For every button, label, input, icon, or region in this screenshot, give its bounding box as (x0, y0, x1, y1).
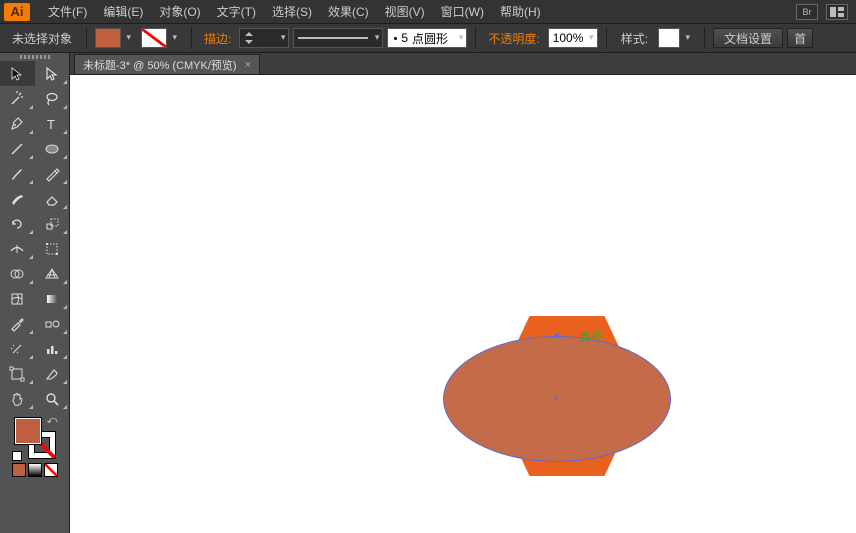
panel-grip[interactable] (0, 53, 69, 61)
color-well: ⤺ (0, 411, 69, 461)
menu-effect[interactable]: 效果(C) (320, 3, 377, 20)
eraser-tool[interactable] (35, 186, 70, 211)
color-mode-solid[interactable] (12, 463, 26, 477)
fill-swatch[interactable] (14, 417, 42, 445)
menu-window[interactable]: 窗口(W) (433, 3, 492, 20)
menu-bar: Ai 文件(F) 编辑(E) 对象(O) 文字(T) 选择(S) 效果(C) 视… (0, 0, 856, 23)
paintbrush-tool[interactable] (0, 161, 35, 186)
brush-field[interactable]: 5 点圆形 (387, 28, 467, 48)
document-tab-bar: 未标题-3* @ 50% (CMYK/预览) × (70, 53, 856, 75)
magic-wand-tool[interactable] (0, 86, 35, 111)
stroke-profile-field[interactable] (293, 28, 383, 48)
column-graph-tool[interactable] (35, 336, 70, 361)
stroke-weight-field[interactable] (239, 28, 289, 48)
pen-tool[interactable] (0, 111, 35, 136)
style-label: 样式: (615, 30, 654, 47)
blob-brush-tool[interactable] (0, 186, 35, 211)
graphic-style-swatch[interactable] (658, 28, 680, 48)
center-point-icon[interactable] (555, 397, 558, 400)
menu-object[interactable]: 对象(O) (151, 3, 208, 20)
document-tab[interactable]: 未标题-3* @ 50% (CMYK/预览) × (74, 54, 260, 74)
document-tab-title: 未标题-3* @ 50% (CMYK/预览) (83, 57, 237, 73)
preferences-button[interactable]: 首 (787, 28, 813, 48)
mesh-tool[interactable] (0, 286, 35, 311)
artboard-tool[interactable] (0, 361, 35, 386)
swap-fill-stroke-icon[interactable]: ⤺ (47, 415, 58, 426)
gradient-tool[interactable] (35, 286, 70, 311)
menu-view[interactable]: 视图(V) (377, 3, 433, 20)
lasso-tool[interactable] (35, 86, 70, 111)
stroke-label[interactable]: 描边: (200, 30, 235, 47)
opacity-field[interactable]: 100% (548, 28, 598, 48)
color-mode-none[interactable] (44, 463, 58, 477)
smart-guide-label: 路径 (580, 329, 602, 345)
slice-tool[interactable] (35, 361, 70, 386)
menu-edit[interactable]: 编辑(E) (95, 3, 151, 20)
workspace: T ⤺ (0, 53, 856, 533)
document-setup-button[interactable]: 文档设置 (713, 28, 783, 48)
line-tool[interactable] (0, 136, 35, 161)
bridge-button[interactable]: Br (796, 4, 818, 20)
canvas[interactable]: 路径 (70, 75, 856, 533)
tool-panel: T ⤺ (0, 53, 70, 533)
rotate-tool[interactable] (0, 211, 35, 236)
stroke-color-swatch[interactable] (141, 28, 167, 48)
close-tab-icon[interactable]: × (245, 59, 251, 71)
selection-tool[interactable] (0, 61, 35, 86)
document-area: 未标题-3* @ 50% (CMYK/预览) × 路径 (70, 53, 856, 533)
canvas-wrap: 路径 (70, 75, 856, 533)
shape-builder-tool[interactable] (0, 261, 35, 286)
menu-type[interactable]: 文字(T) (209, 3, 264, 20)
app-logo: Ai (4, 3, 30, 21)
scale-tool[interactable] (35, 211, 70, 236)
symbol-sprayer-tool[interactable] (0, 336, 35, 361)
opacity-label[interactable]: 不透明度: (484, 30, 543, 47)
zoom-tool[interactable] (35, 386, 70, 411)
type-tool[interactable]: T (35, 111, 70, 136)
menu-file[interactable]: 文件(F) (40, 3, 95, 20)
selection-state-label: 未选择对象 (6, 30, 78, 47)
free-transform-tool[interactable] (35, 236, 70, 261)
ellipse-tool[interactable] (35, 136, 70, 161)
color-mode-row (0, 461, 69, 481)
menu-help[interactable]: 帮助(H) (492, 3, 549, 20)
perspective-grid-tool[interactable] (35, 261, 70, 286)
eyedropper-tool[interactable] (0, 311, 35, 336)
arrange-documents-button[interactable] (826, 4, 848, 20)
blend-tool[interactable] (35, 311, 70, 336)
control-bar: 未选择对象 描边: 5 点圆形 不透明度: 100% 样式: 文档设置 首 (0, 23, 856, 53)
svg-text:T: T (47, 117, 55, 132)
fill-color-swatch[interactable] (95, 28, 121, 48)
anchor-point-icon[interactable] (555, 334, 559, 338)
width-tool[interactable] (0, 236, 35, 261)
color-mode-gradient[interactable] (28, 463, 42, 477)
default-fill-stroke-icon[interactable] (12, 451, 22, 461)
direct-selection-tool[interactable] (35, 61, 70, 86)
pencil-tool[interactable] (35, 161, 70, 186)
menu-select[interactable]: 选择(S) (264, 3, 320, 20)
hand-tool[interactable] (0, 386, 35, 411)
